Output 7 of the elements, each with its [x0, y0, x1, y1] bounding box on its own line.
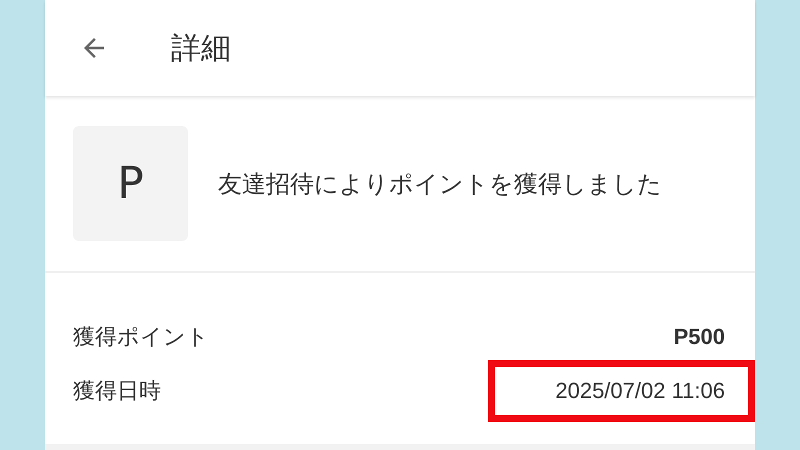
points-icon-tile: P	[73, 126, 188, 241]
transaction-message: 友達招待によりポイントを獲得しました	[218, 168, 662, 200]
detail-label: 獲得ポイント	[73, 324, 209, 352]
detail-label: 獲得日時	[73, 378, 161, 406]
page-title: 詳細	[171, 30, 231, 68]
detail-value: P500	[674, 324, 725, 350]
detail-value: 2025/07/02 11:06	[488, 360, 755, 422]
